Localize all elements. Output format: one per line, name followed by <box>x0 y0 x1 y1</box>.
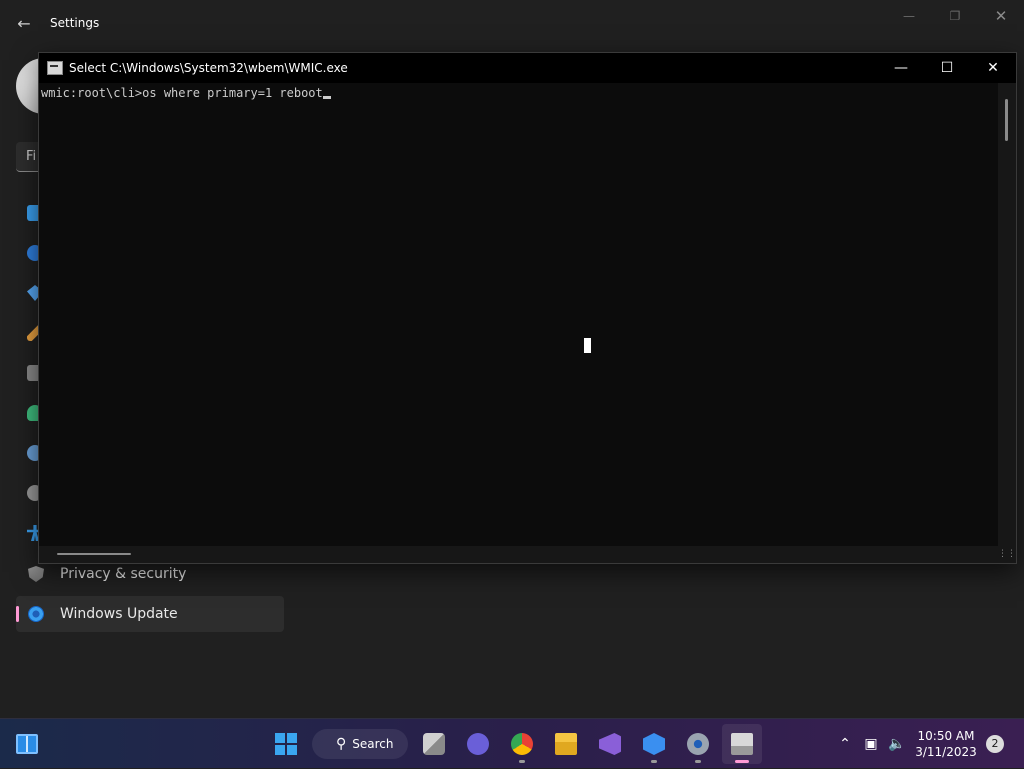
task-view-button[interactable] <box>414 724 454 764</box>
widgets-icon[interactable] <box>16 734 38 754</box>
visual-studio-icon <box>599 733 621 755</box>
command-text: wmic:root\cli>os where primary=1 reboot <box>41 86 323 100</box>
nav-item-windows-update[interactable]: Windows Update <box>16 596 284 632</box>
task-view-icon <box>423 733 445 755</box>
settings-icon <box>687 733 709 755</box>
wmic-console-window[interactable]: Select C:\Windows\System32\wbem\WMIC.exe… <box>38 52 1017 564</box>
nav-item-label: Privacy & security <box>60 566 187 582</box>
settings-button[interactable] <box>678 724 718 764</box>
chrome-icon <box>511 733 533 755</box>
text-cursor <box>322 96 331 99</box>
console-title: Select C:\Windows\System32\wbem\WMIC.exe <box>69 61 348 75</box>
windows-update-icon <box>28 606 44 622</box>
running-indicator <box>519 760 525 763</box>
settings-titlebar: ← Settings — ❐ ✕ <box>0 0 1024 48</box>
network-icon[interactable]: ▣ <box>858 736 884 752</box>
horizontal-scrollbar[interactable] <box>39 546 999 563</box>
running-indicator <box>695 760 701 763</box>
horizontal-scroll-thumb[interactable] <box>57 553 131 555</box>
console-caption-buttons: — ☐ ✕ <box>878 53 1016 83</box>
chrome-button[interactable] <box>502 724 542 764</box>
meet-icon <box>467 733 489 755</box>
start-icon <box>275 733 297 755</box>
wmic-console-icon <box>731 733 753 755</box>
console-app-icon[interactable] <box>47 61 63 75</box>
mouse-ibeam-cursor-icon <box>584 338 591 353</box>
nav-item-label: Windows Update <box>60 606 178 622</box>
minimize-icon[interactable]: — <box>878 53 924 83</box>
taskbar: ⚲ Search ⌃ ▣ 🔈 10:50 AM 3/11/2023 2 <box>0 718 1024 768</box>
running-indicator <box>651 760 657 763</box>
volume-icon[interactable]: 🔈 <box>884 736 910 752</box>
console-output-area[interactable]: wmic:root\cli>os where primary=1 reboot <box>39 83 999 547</box>
file-explorer-button[interactable] <box>546 724 586 764</box>
settings-caption-buttons: — ❐ ✕ <box>886 4 1024 28</box>
clock[interactable]: 10:50 AM 3/11/2023 <box>910 728 982 760</box>
maximize-icon[interactable]: ☐ <box>924 53 970 83</box>
cube-app-icon <box>643 733 665 755</box>
console-command-line: wmic:root\cli>os where primary=1 reboot <box>41 86 331 100</box>
active-indicator <box>735 760 749 763</box>
close-icon[interactable]: ✕ <box>970 53 1016 83</box>
taskbar-apps: ⚲ Search <box>266 724 766 764</box>
back-arrow-icon[interactable]: ← <box>12 12 36 36</box>
chevron-up-icon[interactable]: ⌃ <box>832 736 858 752</box>
restore-icon[interactable]: ❐ <box>932 4 978 28</box>
notification-badge[interactable]: 2 <box>986 735 1004 753</box>
system-tray: ⌃ ▣ 🔈 10:50 AM 3/11/2023 2 <box>832 719 1024 769</box>
meet-button[interactable] <box>458 724 498 764</box>
search-icon: ⚲ <box>336 736 347 752</box>
close-icon[interactable]: ✕ <box>978 4 1024 28</box>
resize-grip-icon[interactable]: ⋮⋮ <box>998 546 1016 563</box>
taskbar-search-button[interactable]: ⚲ Search <box>312 729 408 759</box>
search-label: Search <box>352 737 394 751</box>
visual-studio-button[interactable] <box>590 724 630 764</box>
vertical-scrollbar[interactable] <box>998 83 1016 547</box>
clock-date: 3/11/2023 <box>915 745 977 759</box>
minimize-icon[interactable]: — <box>886 4 932 28</box>
cube-app-button[interactable] <box>634 724 674 764</box>
wmic-console-button[interactable] <box>722 724 762 764</box>
clock-time: 10:50 AM <box>917 729 975 743</box>
start-button[interactable] <box>266 724 306 764</box>
settings-title: Settings <box>50 16 100 30</box>
vertical-scroll-thumb[interactable] <box>1005 99 1008 141</box>
console-titlebar[interactable]: Select C:\Windows\System32\wbem\WMIC.exe… <box>39 53 1016 83</box>
file-explorer-icon <box>555 733 577 755</box>
shield-icon <box>28 566 44 582</box>
